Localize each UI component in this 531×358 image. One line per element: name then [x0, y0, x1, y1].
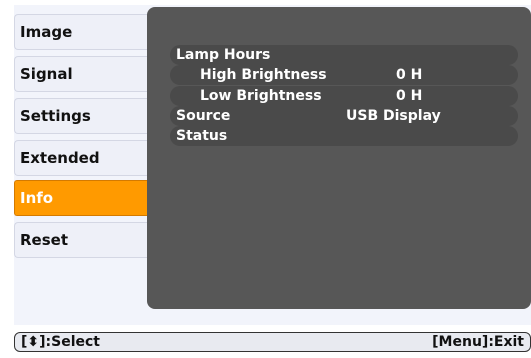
- low-brightness-row: Low Brightness 0 H: [170, 86, 518, 106]
- source-value: USB Display: [346, 108, 441, 124]
- menu-item-label: Reset: [20, 231, 68, 249]
- lamp-hours-label: Lamp Hours: [176, 47, 271, 63]
- menu-item-label: Signal: [20, 65, 73, 83]
- high-brightness-label: High Brightness: [200, 67, 327, 83]
- source-label: Source: [176, 108, 231, 124]
- menu-item-label: Image: [20, 23, 73, 41]
- low-brightness-label: Low Brightness: [200, 88, 322, 104]
- menu-item-reset[interactable]: Reset: [14, 222, 160, 258]
- status-row: Status: [170, 126, 518, 146]
- menu-item-extended[interactable]: Extended: [14, 140, 160, 176]
- menu-item-label: Info: [20, 189, 54, 207]
- menu-item-info[interactable]: Info: [14, 180, 157, 216]
- status-label: Status: [176, 128, 228, 144]
- footer-hint-bar: [⬍]:Select [Menu]:Exit: [14, 332, 531, 352]
- menu-item-settings[interactable]: Settings: [14, 98, 160, 134]
- low-brightness-value: 0 H: [396, 88, 423, 104]
- high-brightness-row: High Brightness 0 H: [170, 65, 518, 85]
- menu-item-label: Extended: [20, 149, 100, 167]
- source-row: Source USB Display: [170, 106, 518, 126]
- menu-item-image[interactable]: Image: [14, 14, 160, 50]
- menu-item-signal[interactable]: Signal: [14, 56, 160, 92]
- high-brightness-value: 0 H: [396, 67, 423, 83]
- lamp-hours-row: Lamp Hours: [170, 45, 518, 65]
- select-hint: [⬍]:Select: [21, 334, 100, 350]
- exit-hint: [Menu]:Exit: [432, 334, 524, 350]
- menu-item-label: Settings: [20, 107, 91, 125]
